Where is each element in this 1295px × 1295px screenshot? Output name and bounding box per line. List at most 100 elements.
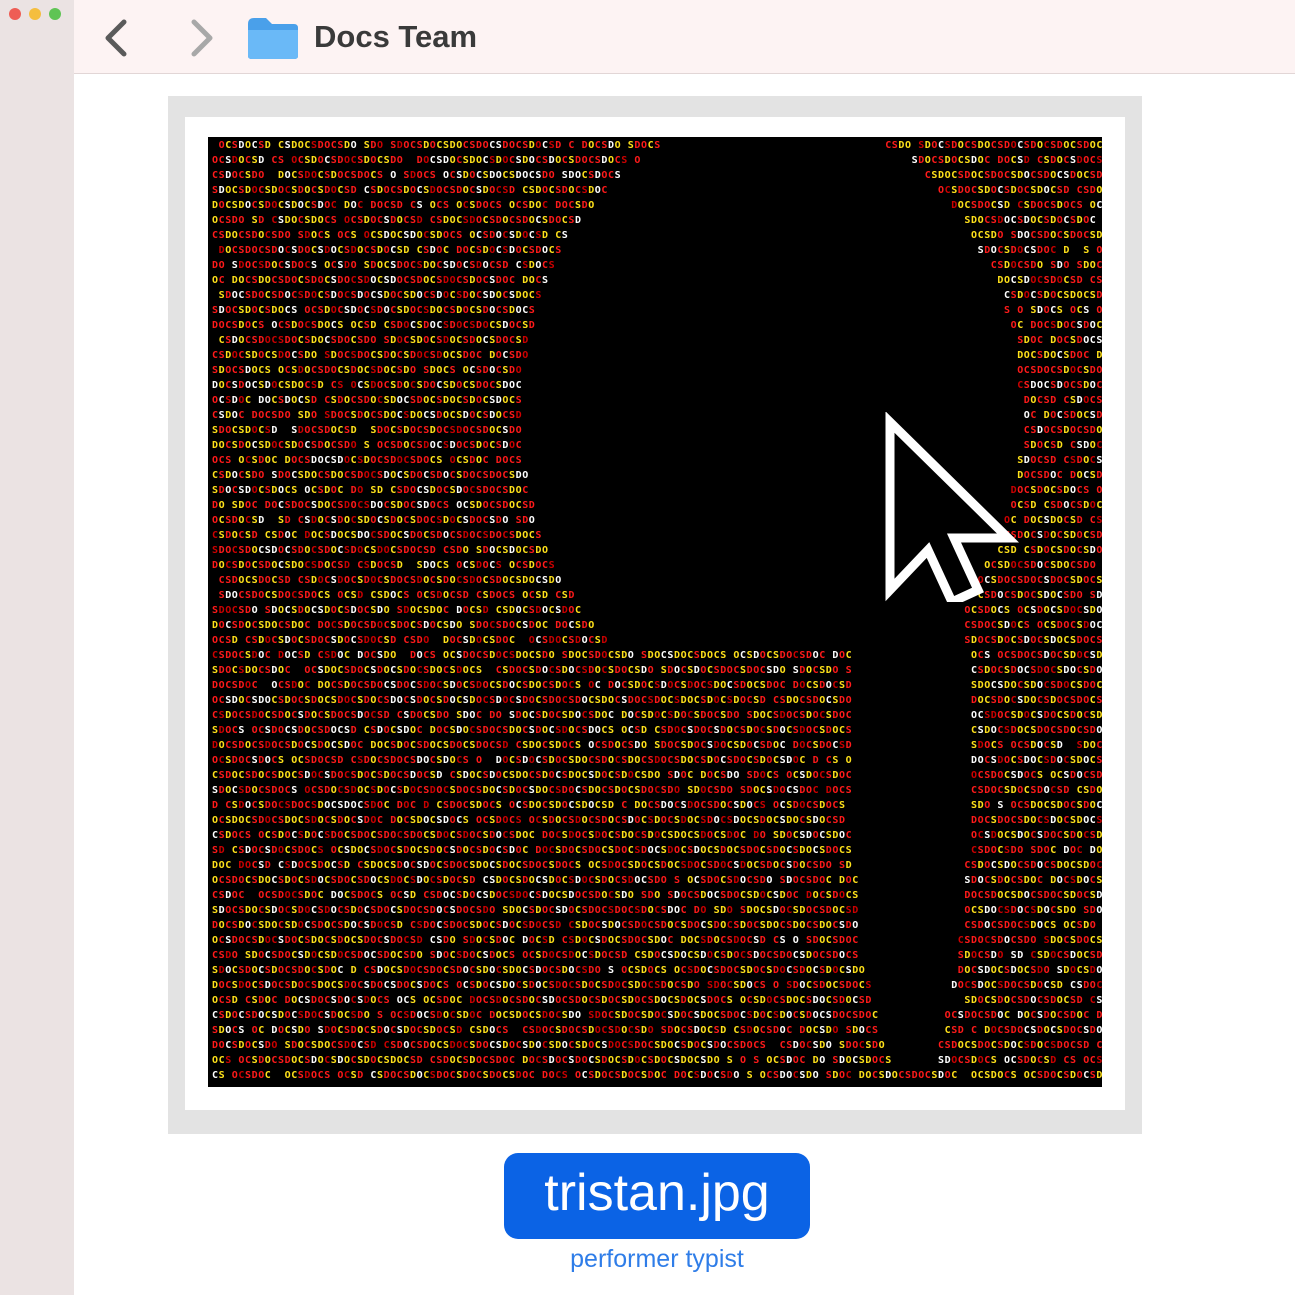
- svg-text:S: S: [1044, 935, 1050, 946]
- svg-text:S: S: [667, 650, 673, 661]
- svg-text:D: D: [344, 920, 350, 931]
- svg-text:D: D: [357, 290, 363, 301]
- svg-text:C: C: [423, 350, 429, 361]
- svg-text:C: C: [786, 725, 792, 736]
- svg-text:S: S: [423, 485, 429, 496]
- svg-text:S: S: [516, 455, 522, 466]
- svg-text:C: C: [747, 815, 753, 826]
- svg-text:O: O: [1044, 665, 1050, 676]
- svg-text:O: O: [397, 515, 403, 526]
- svg-text:S: S: [707, 680, 713, 691]
- svg-text:D: D: [384, 590, 390, 601]
- close-button[interactable]: [9, 8, 21, 20]
- svg-text:S: S: [502, 785, 508, 796]
- svg-text:C: C: [258, 965, 264, 976]
- svg-text:S: S: [1011, 950, 1017, 961]
- svg-text:C: C: [351, 275, 357, 286]
- svg-text:C: C: [304, 380, 310, 391]
- svg-text:C: C: [463, 800, 469, 811]
- svg-text:C: C: [1044, 140, 1050, 151]
- svg-text:O: O: [324, 260, 330, 271]
- svg-text:C: C: [694, 695, 700, 706]
- forward-button[interactable]: [182, 14, 222, 60]
- svg-text:D: D: [417, 335, 423, 346]
- svg-text:O: O: [364, 530, 370, 541]
- svg-text:O: O: [575, 950, 581, 961]
- svg-text:O: O: [252, 485, 258, 496]
- svg-text:O: O: [410, 785, 416, 796]
- minimize-button[interactable]: [29, 8, 41, 20]
- svg-text:O: O: [469, 950, 475, 961]
- svg-text:O: O: [582, 755, 588, 766]
- svg-text:D: D: [529, 200, 535, 211]
- svg-text:C: C: [469, 185, 475, 196]
- svg-text:S: S: [344, 545, 350, 556]
- svg-text:C: C: [258, 305, 264, 316]
- svg-text:S: S: [542, 635, 548, 646]
- svg-text:D: D: [819, 980, 825, 991]
- svg-text:O: O: [357, 605, 363, 616]
- svg-text:D: D: [1011, 905, 1017, 916]
- svg-text:D: D: [654, 935, 660, 946]
- svg-text:D: D: [634, 680, 640, 691]
- svg-text:D: D: [443, 935, 449, 946]
- svg-text:O: O: [575, 890, 581, 901]
- svg-text:O: O: [542, 785, 548, 796]
- svg-text:C: C: [562, 755, 568, 766]
- svg-text:S: S: [450, 665, 456, 676]
- svg-text:C: C: [285, 965, 291, 976]
- svg-text:S: S: [430, 410, 436, 421]
- svg-text:S: S: [562, 230, 568, 241]
- svg-text:S: S: [786, 980, 792, 991]
- svg-text:C: C: [351, 875, 357, 886]
- svg-text:S: S: [588, 890, 594, 901]
- svg-text:S: S: [997, 800, 1003, 811]
- svg-text:S: S: [575, 920, 581, 931]
- svg-text:C: C: [364, 965, 370, 976]
- svg-text:O: O: [773, 920, 779, 931]
- svg-text:D: D: [1030, 860, 1036, 871]
- ascii-row: DOCSDOCSDOCSDOCSDCSOCSDOCSDOCSDOCSDOCSDO…: [212, 380, 1102, 391]
- svg-text:D: D: [1083, 440, 1089, 451]
- svg-text:C: C: [430, 155, 436, 166]
- svg-text:O: O: [245, 200, 251, 211]
- svg-text:O: O: [753, 785, 759, 796]
- svg-text:D: D: [489, 350, 495, 361]
- svg-text:D: D: [238, 440, 244, 451]
- svg-text:S: S: [608, 785, 614, 796]
- back-button[interactable]: [96, 14, 136, 60]
- svg-text:D: D: [535, 905, 541, 916]
- svg-text:O: O: [1090, 980, 1096, 991]
- svg-text:S: S: [1017, 935, 1023, 946]
- svg-text:C: C: [813, 965, 819, 976]
- svg-text:S: S: [357, 935, 363, 946]
- svg-text:C: C: [1050, 245, 1056, 256]
- filename-label[interactable]: tristan.jpg: [504, 1153, 810, 1239]
- svg-text:S: S: [469, 680, 475, 691]
- svg-text:C: C: [997, 185, 1003, 196]
- svg-text:C: C: [304, 980, 310, 991]
- svg-text:O: O: [568, 965, 574, 976]
- svg-text:D: D: [799, 905, 805, 916]
- svg-text:S: S: [826, 710, 832, 721]
- svg-text:S: S: [298, 770, 304, 781]
- svg-text:C: C: [522, 245, 528, 256]
- svg-text:C: C: [265, 290, 271, 301]
- svg-text:C: C: [318, 590, 324, 601]
- svg-text:D: D: [588, 665, 594, 676]
- zoom-button[interactable]: [49, 8, 61, 20]
- svg-text:C: C: [271, 635, 277, 646]
- svg-text:D: D: [423, 440, 429, 451]
- svg-text:D: D: [786, 995, 792, 1006]
- svg-text:S: S: [984, 950, 990, 961]
- svg-text:O: O: [931, 140, 937, 151]
- svg-text:O: O: [1011, 740, 1017, 751]
- svg-text:O: O: [298, 860, 304, 871]
- file-thumbnail[interactable]: OCSDOCSDCSDOCSDOCSDOSDOSDOCSDOCSDOCSDOCS…: [168, 96, 1142, 1134]
- svg-text:O: O: [232, 650, 238, 661]
- svg-text:O: O: [245, 140, 251, 151]
- svg-text:C: C: [707, 725, 713, 736]
- svg-text:S: S: [648, 815, 654, 826]
- svg-text:D: D: [430, 725, 436, 736]
- svg-text:S: S: [1057, 605, 1063, 616]
